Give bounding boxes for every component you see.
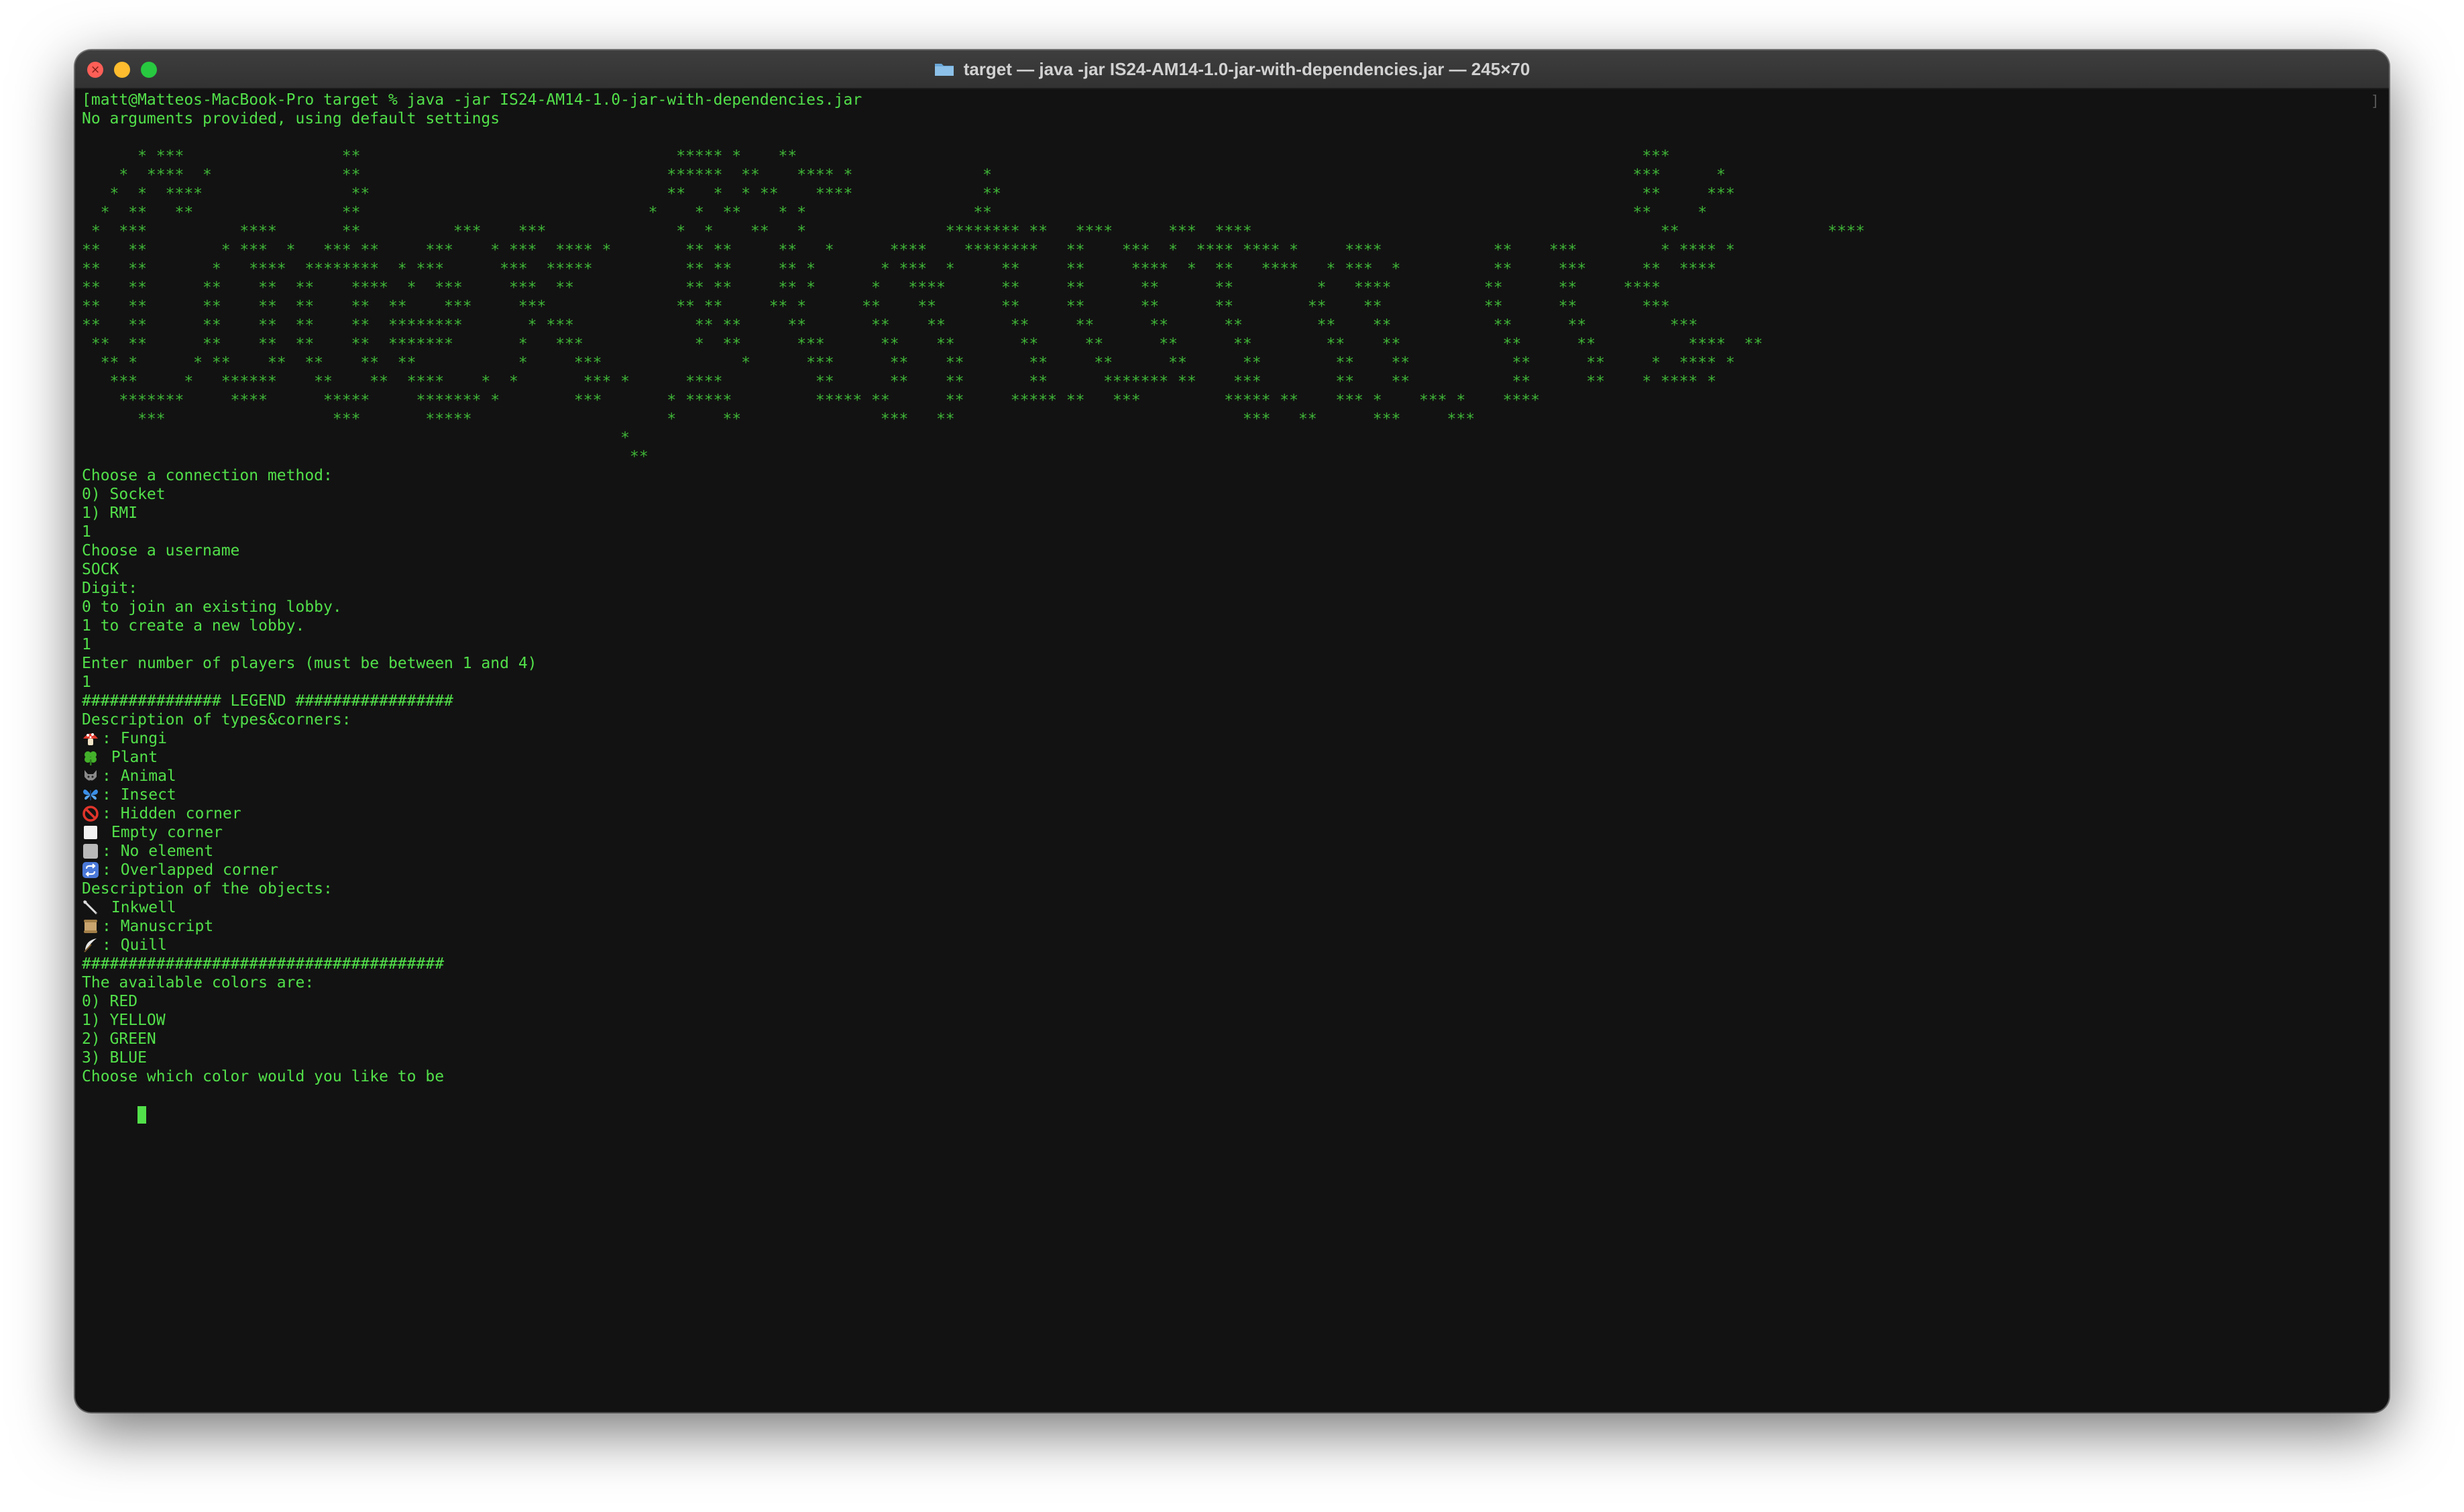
color-prompt-lines: ####################################### T… [82,955,2382,1086]
folder-icon [934,62,954,76]
prohibited-icon [82,805,99,822]
output-line: SOCK [82,561,119,578]
legend-label: Empty corner [102,824,223,841]
output-line: 3) BLUE [82,1049,147,1067]
scroll-icon [82,918,99,935]
butterfly-icon [82,786,99,804]
wolf-icon [82,767,99,785]
banner-line: * [82,429,630,447]
scroll-marker: ] [2370,93,2379,110]
banner-line: * *** **** ** *** *** * * ** * ******** … [82,223,1865,240]
terminal-window: × target — java -jar IS24-AM14-1.0-jar-w… [75,50,2389,1412]
window-title: target — java -jar IS24-AM14-1.0-jar-wit… [963,58,1530,79]
banner-line: *** *** ***** * ** *** ** *** ** *** *** [82,411,1475,428]
output-line: Choose which color would you like to be [82,1068,445,1085]
terminal-output[interactable]: ] [matt@Matteos-MacBook-Pro target % jav… [82,91,2382,1405]
output-line: 1 [82,523,91,541]
legend-item: : Fungi [82,729,2382,748]
inkwell-icon [82,899,99,916]
white-square-icon [82,824,99,841]
legend-item: : Overlapped corner [82,861,2382,879]
output-line: 1) YELLOW [82,1012,166,1029]
input-line[interactable] [82,1086,2382,1124]
legend-item: : No element [82,842,2382,861]
repeat-icon [82,861,99,879]
output-line: 0) Socket [82,486,166,503]
legend-label: : Insect [102,786,176,804]
output-line: 0) RED [82,993,138,1010]
legend-label: Plant [102,749,158,766]
legend-label: : Animal [102,767,176,785]
legend-label: : Hidden corner [102,805,241,822]
legend-types: : Fungi Plant: Animal: Insect: Hidden co… [82,729,2382,879]
output-line: ############### LEGEND ################# [82,692,453,710]
banner-line: ** ** ** ** ** ** ******* * *** * ** ***… [82,335,1763,353]
ascii-banner: * *** ** ***** * ** *** * **** * ** ****… [82,147,2382,466]
banner-line: ** * * ** ** ** ** ** * *** * *** ** ** … [82,354,1735,372]
feather-icon [82,936,99,954]
banner-line: ** ** * **** ******** * *** *** ***** **… [82,260,1717,278]
output-line: Description of types&corners: [82,711,351,728]
legend-label: : Manuscript [102,918,214,935]
output-line: 0 to join an existing lobby. [82,598,342,616]
output-line: Choose a connection method: [82,467,333,484]
banner-line: *** * ****** ** ** **** * * *** * **** *… [82,373,1717,390]
banner-line: ** ** * *** * *** ** *** * *** **** * **… [82,241,1735,259]
legend-item: : Animal [82,767,2382,786]
legend-label: : Quill [102,936,167,954]
legend-item: Plant [82,748,2382,767]
legend-item: Inkwell [82,898,2382,917]
output-line: ####################################### [82,955,445,973]
banner-line: ** ** ** ** ** ** ** *** *** ** ** ** * … [82,298,1670,315]
output-lines: Choose a connection method: 0) Socket 1) R… [82,466,2382,729]
legend-item: : Hidden corner [82,804,2382,823]
banner-line: * ** ** ** * * ** * * ** ** * [82,204,1707,221]
banner-line: ** ** ** ** ** **** * *** *** ** ** ** *… [82,279,1661,296]
title-bar: × target — java -jar IS24-AM14-1.0-jar-w… [75,50,2389,89]
banner-line: ******* **** ***** ******* * *** * *****… [82,392,1541,409]
banner-line: ** ** ** ** ** ** ******** * *** ** ** *… [82,317,1698,334]
output-line: 2) GREEN [82,1030,156,1048]
legend-label: Inkwell [102,899,176,916]
legend-label: : Overlapped corner [102,861,279,879]
output-line: Digit: [82,580,138,597]
legend-item: : Insect [82,786,2382,804]
text-cursor [137,1105,147,1124]
legend-label: : No element [102,843,214,860]
output-line: 1 to create a new lobby. [82,617,305,635]
output-line: 1 [82,673,91,691]
output-line: 1 [82,636,91,653]
prompt-line: [matt@Matteos-MacBook-Pro target % java … [82,91,862,109]
mushroom-icon [82,730,99,747]
banner-line: * **** * ** ****** ** **** * * *** * [82,166,1726,184]
legend-item: : Quill [82,936,2382,955]
legend-item: : Manuscript [82,917,2382,936]
legend-label: : Fungi [102,730,167,747]
banner-line: ** [82,448,649,466]
banner-line: * * **** ** ** * * ** **** ** ** *** [82,185,1735,203]
legend-item: Empty corner [82,823,2382,842]
banner-line: * *** ** ***** * ** *** [82,148,1670,165]
output-line: 1) RMI [82,504,138,522]
gray-square-icon [82,843,99,860]
legend-objects: Inkwell : Manuscript: Quill [82,898,2382,955]
output-line: The available colors are: [82,974,315,991]
output-line: Choose a username [82,542,240,559]
output-line: Enter number of players (must be between… [82,655,537,672]
status-line: No arguments provided, using default set… [82,110,500,127]
objects-header: Description of the objects: [82,880,333,898]
clover-icon [82,749,99,766]
